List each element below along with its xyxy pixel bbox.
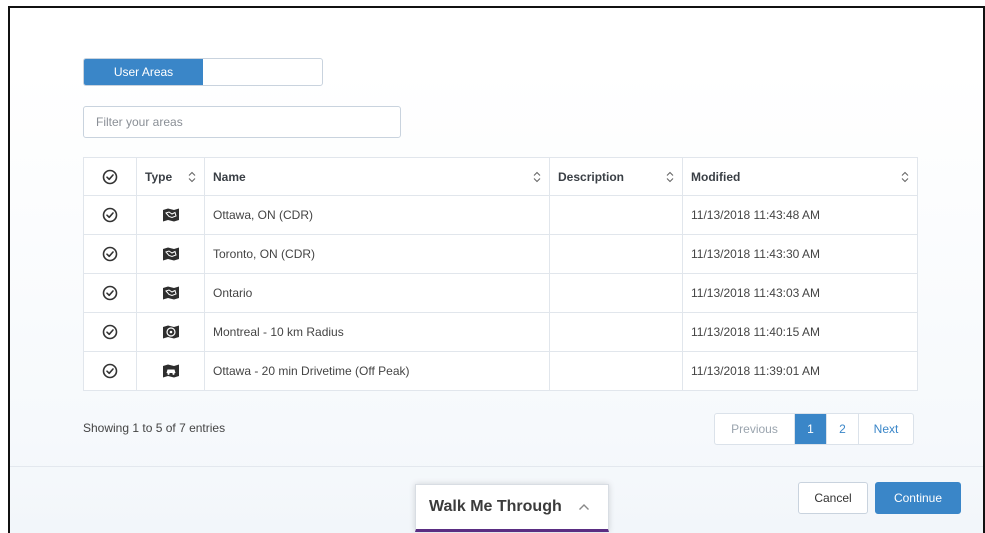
check-circle-icon[interactable] bbox=[102, 363, 118, 379]
walk-me-through-label: Walk Me Through bbox=[429, 498, 562, 515]
previous-page-button[interactable]: Previous bbox=[715, 414, 795, 444]
cancel-button[interactable]: Cancel bbox=[798, 482, 868, 514]
modified-cell: 11/13/2018 11:43:48 AM bbox=[682, 195, 918, 235]
footer-divider bbox=[10, 466, 983, 467]
type-column-header[interactable]: Type bbox=[136, 157, 205, 196]
area-tabs: User Areas bbox=[83, 58, 323, 86]
sort-icon bbox=[533, 171, 541, 183]
table-row[interactable]: Ottawa, ON (CDR) 11/13/2018 11:43:48 AM bbox=[83, 195, 918, 235]
row-select-cell[interactable] bbox=[83, 195, 137, 235]
row-select-cell[interactable] bbox=[83, 351, 137, 391]
filter-areas-input[interactable] bbox=[83, 106, 401, 138]
name-cell: Ottawa - 20 min Drivetime (Off Peak) bbox=[204, 351, 550, 391]
modified-cell: 11/13/2018 11:43:30 AM bbox=[682, 234, 918, 274]
entries-info: Showing 1 to 5 of 7 entries bbox=[83, 421, 226, 435]
description-column-header[interactable]: Description bbox=[549, 157, 683, 196]
description-header-label: Description bbox=[558, 169, 625, 184]
table-header-row: Type Name Description Modified bbox=[83, 157, 918, 196]
polygon-area-icon bbox=[162, 207, 180, 223]
name-cell: Montreal - 10 km Radius bbox=[204, 312, 550, 352]
sort-icon bbox=[901, 171, 909, 183]
check-circle-icon[interactable] bbox=[102, 285, 118, 301]
next-page-button[interactable]: Next bbox=[859, 414, 913, 444]
modified-column-header[interactable]: Modified bbox=[682, 157, 918, 196]
description-cell bbox=[549, 273, 683, 313]
type-cell bbox=[136, 312, 205, 352]
polygon-area-icon bbox=[162, 285, 180, 301]
check-circle-icon[interactable] bbox=[102, 324, 118, 340]
check-circle-icon[interactable] bbox=[102, 246, 118, 262]
type-cell bbox=[136, 195, 205, 235]
page-2-button[interactable]: 2 bbox=[827, 414, 859, 444]
walk-me-through-button[interactable]: Walk Me Through bbox=[415, 484, 609, 532]
description-cell bbox=[549, 312, 683, 352]
check-circle-icon bbox=[102, 169, 118, 185]
description-cell bbox=[549, 195, 683, 235]
select-all-header[interactable] bbox=[83, 157, 137, 196]
name-cell: Ottawa, ON (CDR) bbox=[204, 195, 550, 235]
radius-icon bbox=[162, 324, 180, 340]
pagination: Previous 1 2 Next bbox=[714, 413, 914, 445]
modified-header-label: Modified bbox=[691, 169, 741, 184]
name-header-label: Name bbox=[213, 169, 246, 184]
areas-table: Type Name Description Modified Ottawa, O… bbox=[83, 157, 918, 391]
chevron-up-icon bbox=[578, 503, 590, 511]
dialog-frame: User Areas Type Name D bbox=[8, 6, 985, 533]
type-header-label: Type bbox=[145, 169, 173, 184]
name-cell: Ontario bbox=[204, 273, 550, 313]
type-cell bbox=[136, 273, 205, 313]
continue-button[interactable]: Continue bbox=[875, 482, 961, 514]
polygon-area-icon bbox=[162, 246, 180, 262]
modified-cell: 11/13/2018 11:40:15 AM bbox=[682, 312, 918, 352]
description-cell bbox=[549, 351, 683, 391]
sort-icon bbox=[666, 171, 674, 183]
type-cell bbox=[136, 351, 205, 391]
page-1-button[interactable]: 1 bbox=[795, 414, 827, 444]
description-cell bbox=[549, 234, 683, 274]
modified-cell: 11/13/2018 11:39:01 AM bbox=[682, 351, 918, 391]
sort-icon bbox=[188, 171, 196, 183]
name-cell: Toronto, ON (CDR) bbox=[204, 234, 550, 274]
type-cell bbox=[136, 234, 205, 274]
tab-user-areas[interactable]: User Areas bbox=[84, 59, 203, 85]
check-circle-icon[interactable] bbox=[102, 207, 118, 223]
tab-empty[interactable] bbox=[203, 59, 322, 85]
table-row[interactable]: Ontario 11/13/2018 11:43:03 AM bbox=[83, 273, 918, 313]
row-select-cell[interactable] bbox=[83, 234, 137, 274]
row-select-cell[interactable] bbox=[83, 312, 137, 352]
table-row[interactable]: Toronto, ON (CDR) 11/13/2018 11:43:30 AM bbox=[83, 234, 918, 274]
table-row[interactable]: Ottawa - 20 min Drivetime (Off Peak) 11/… bbox=[83, 351, 918, 391]
drivetime-car-icon bbox=[162, 363, 180, 379]
row-select-cell[interactable] bbox=[83, 273, 137, 313]
name-column-header[interactable]: Name bbox=[204, 157, 550, 196]
modified-cell: 11/13/2018 11:43:03 AM bbox=[682, 273, 918, 313]
table-row[interactable]: Montreal - 10 km Radius 11/13/2018 11:40… bbox=[83, 312, 918, 352]
